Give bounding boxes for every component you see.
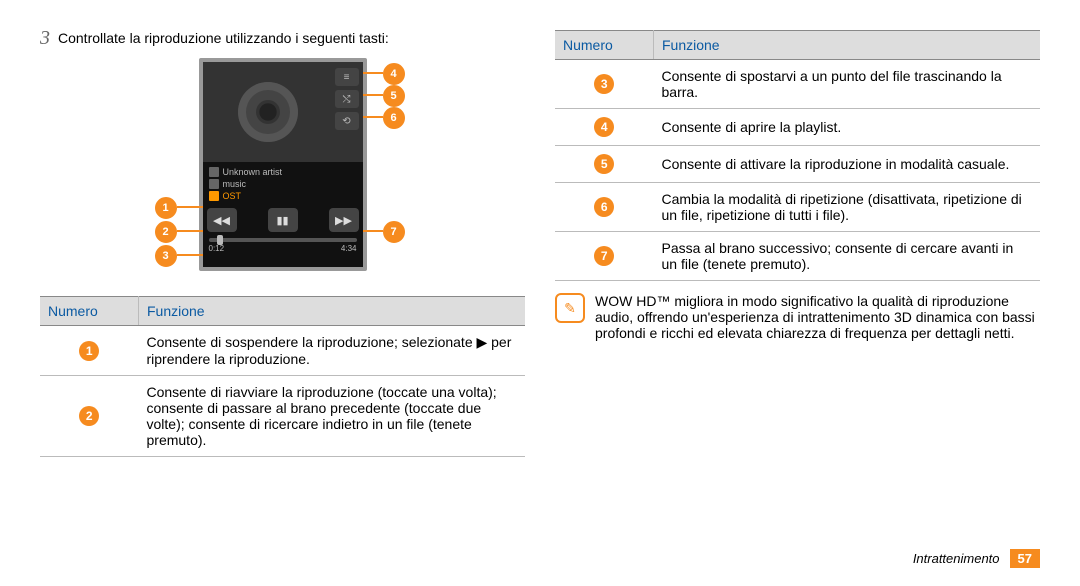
- row-desc: Cambia la modalità di ripetizione (disat…: [654, 183, 1041, 232]
- callout-1: 1: [155, 197, 177, 219]
- row-desc: Consente di attivare la riproduzione in …: [654, 146, 1041, 183]
- table-row: 2 Consente di riavviare la riproduzione …: [40, 376, 525, 457]
- row-num: 4: [594, 117, 614, 137]
- player-illustration: ≡ ⤭ ⟲ Unknown artist music OST ◀◀ ▮▮ ▶▶: [153, 58, 413, 278]
- shuffle-icon: ⤭: [335, 90, 359, 108]
- callout-4: 4: [383, 63, 405, 85]
- row-num: 7: [594, 246, 614, 266]
- row-num: 1: [79, 341, 99, 361]
- time-elapsed: 0:12: [209, 244, 225, 253]
- note-block: ✎ WOW HD™ migliora in modo significativo…: [555, 293, 1040, 341]
- rewind-icon: ◀◀: [207, 208, 237, 232]
- col-num-header: Numero: [40, 297, 139, 326]
- page-footer: Intrattenimento 57: [913, 549, 1040, 568]
- step-number: 3: [40, 28, 50, 48]
- note-icon: ✎: [555, 293, 585, 323]
- row-desc: Consente di riavviare la riproduzione (t…: [139, 376, 526, 457]
- functions-table-right: Numero Funzione 3 Consente di spostarvi …: [555, 30, 1040, 281]
- callout-6: 6: [383, 107, 405, 129]
- artist-label: Unknown artist: [223, 167, 283, 177]
- table-row: 4 Consente di aprire la playlist.: [555, 109, 1040, 146]
- col-fn-header: Funzione: [139, 297, 526, 326]
- row-num: 3: [594, 74, 614, 94]
- functions-table-left: Numero Funzione 1 Consente di sospendere…: [40, 296, 525, 457]
- section-name: Intrattenimento: [913, 551, 1000, 566]
- row-num: 2: [79, 406, 99, 426]
- col-fn-header: Funzione: [654, 31, 1041, 60]
- page-number: 57: [1010, 549, 1040, 568]
- col-num-header: Numero: [555, 31, 654, 60]
- callout-3: 3: [155, 245, 177, 267]
- playlist-icon: ≡: [335, 68, 359, 86]
- callout-7: 7: [383, 221, 405, 243]
- progress-bar: [209, 238, 357, 242]
- row-desc: Consente di aprire la playlist.: [654, 109, 1041, 146]
- table-row: 5 Consente di attivare la riproduzione i…: [555, 146, 1040, 183]
- row-desc: Consente di spostarvi a un punto del fil…: [654, 60, 1041, 109]
- row-desc: Passa al brano successivo; consente di c…: [654, 232, 1041, 281]
- pause-icon: ▮▮: [268, 208, 298, 232]
- artist-icon: [209, 167, 219, 177]
- callout-5: 5: [383, 85, 405, 107]
- track-label: OST: [223, 191, 242, 201]
- album-label: music: [223, 179, 247, 189]
- note-text: WOW HD™ migliora in modo significativo l…: [595, 293, 1040, 341]
- step-text: Controllate la riproduzione utilizzando …: [58, 30, 525, 46]
- album-icon: [209, 179, 219, 189]
- table-row: 6 Cambia la modalità di ripetizione (dis…: [555, 183, 1040, 232]
- table-row: 7 Passa al brano successivo; consente di…: [555, 232, 1040, 281]
- table-row: 3 Consente di spostarvi a un punto del f…: [555, 60, 1040, 109]
- row-num: 6: [594, 197, 614, 217]
- track-icon: [209, 191, 219, 201]
- time-total: 4:34: [341, 244, 357, 253]
- album-art-icon: [238, 82, 298, 142]
- forward-icon: ▶▶: [329, 208, 359, 232]
- callout-2: 2: [155, 221, 177, 243]
- repeat-icon: ⟲: [335, 112, 359, 130]
- row-num: 5: [594, 154, 614, 174]
- row-desc: Consente di sospendere la riproduzione; …: [139, 326, 526, 376]
- table-row: 1 Consente di sospendere la riproduzione…: [40, 326, 525, 376]
